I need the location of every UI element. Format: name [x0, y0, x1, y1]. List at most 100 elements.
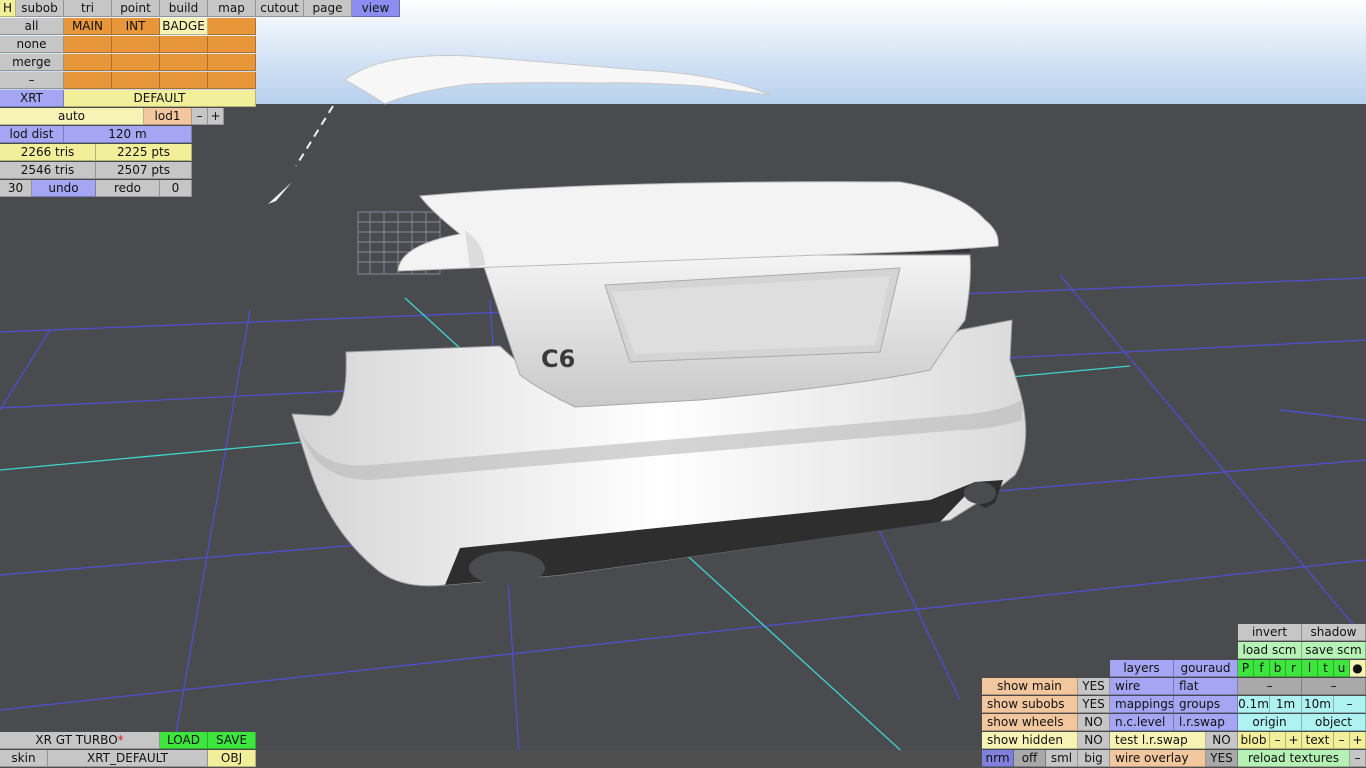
show-hidden-value[interactable]: NO: [1078, 732, 1110, 749]
groups-button[interactable]: groups: [1174, 696, 1238, 713]
menu-page[interactable]: page: [304, 0, 352, 17]
blob-minus-button[interactable]: –: [1270, 732, 1286, 749]
view-r[interactable]: r: [1286, 660, 1302, 677]
menu-subob[interactable]: subob: [16, 0, 64, 17]
car-name-text: XR GT TURBO: [35, 733, 118, 747]
wire-button[interactable]: wire: [1110, 678, 1174, 695]
lod1-button[interactable]: lod1: [144, 108, 192, 125]
layer-badge[interactable]: BADGE: [160, 18, 208, 35]
load-scm-button[interactable]: load scm: [1238, 642, 1302, 659]
redo-button[interactable]: redo: [96, 180, 160, 197]
reload-minus-button[interactable]: –: [1350, 750, 1366, 767]
skin-name[interactable]: XRT_DEFAULT: [48, 750, 208, 767]
menu-tri[interactable]: tri: [64, 0, 112, 17]
layer-slot-r2-1[interactable]: [64, 36, 112, 53]
xrt-button[interactable]: XRT: [0, 90, 64, 107]
layer-slot-r2-3[interactable]: [160, 36, 208, 53]
test-lr-swap-value[interactable]: NO: [1206, 732, 1238, 749]
show-wheels-value[interactable]: NO: [1078, 714, 1110, 731]
show-main-value[interactable]: YES: [1078, 678, 1110, 695]
nrm-button[interactable]: nrm: [982, 750, 1014, 767]
flat-button[interactable]: flat: [1174, 678, 1238, 695]
view-p[interactable]: P: [1238, 660, 1254, 677]
show-wheels-label[interactable]: show wheels: [982, 714, 1078, 731]
wire-overlay-value[interactable]: YES: [1206, 750, 1238, 767]
dist-10m[interactable]: 10m: [1302, 696, 1334, 713]
nc-level-button[interactable]: n.c.level: [1110, 714, 1174, 731]
dash-button-2[interactable]: –: [1302, 678, 1366, 695]
save-button[interactable]: SAVE: [208, 732, 256, 749]
select-all-button[interactable]: all: [0, 18, 64, 35]
object-button[interactable]: object: [1302, 714, 1366, 731]
lod-minus-button[interactable]: –: [192, 108, 208, 125]
menu-map[interactable]: map: [208, 0, 256, 17]
menu-build[interactable]: build: [160, 0, 208, 17]
pts-count-b: 2507 pts: [96, 162, 192, 179]
sml-button[interactable]: sml: [1046, 750, 1078, 767]
text-plus-button[interactable]: +: [1350, 732, 1366, 749]
dist-0-1m[interactable]: 0.1m: [1238, 696, 1270, 713]
tris-count-a: 2266 tris: [0, 144, 96, 161]
big-button[interactable]: big: [1078, 750, 1110, 767]
text-button[interactable]: text: [1302, 732, 1334, 749]
shadow-button[interactable]: shadow: [1302, 624, 1366, 641]
layer-slot-r4-2[interactable]: [112, 72, 160, 89]
save-scm-button[interactable]: save scm: [1302, 642, 1366, 659]
undo-count: 30: [0, 180, 32, 197]
dash-button-1[interactable]: –: [1238, 678, 1302, 695]
menu-point[interactable]: point: [112, 0, 160, 17]
show-subobs-label[interactable]: show subobs: [982, 696, 1078, 713]
show-subobs-value[interactable]: YES: [1078, 696, 1110, 713]
menu-view[interactable]: view: [352, 0, 400, 17]
view-dot[interactable]: ●: [1350, 660, 1366, 677]
undo-button[interactable]: undo: [32, 180, 96, 197]
layer-slot-r3-4[interactable]: [208, 54, 256, 71]
dist-1m[interactable]: 1m: [1270, 696, 1302, 713]
show-main-label[interactable]: show main: [982, 678, 1078, 695]
layer-slot-r4-1[interactable]: [64, 72, 112, 89]
view-l[interactable]: l: [1302, 660, 1318, 677]
off-button[interactable]: off: [1014, 750, 1046, 767]
dash-button[interactable]: –: [0, 72, 64, 89]
layer-slot-r3-2[interactable]: [112, 54, 160, 71]
text-minus-button[interactable]: –: [1334, 732, 1350, 749]
dist-minus[interactable]: –: [1334, 696, 1366, 713]
invert-button[interactable]: invert: [1238, 624, 1302, 641]
mappings-button[interactable]: mappings: [1110, 696, 1174, 713]
origin-button[interactable]: origin: [1238, 714, 1302, 731]
menu-h[interactable]: H: [0, 0, 16, 17]
obj-button[interactable]: OBJ: [208, 750, 256, 767]
layer-slot-4[interactable]: [208, 18, 256, 35]
lod-dist-value[interactable]: 120 m: [64, 126, 192, 143]
merge-button[interactable]: merge: [0, 54, 64, 71]
lod-auto-button[interactable]: auto: [0, 108, 144, 125]
skin-label[interactable]: skin: [0, 750, 48, 767]
view-b[interactable]: b: [1270, 660, 1286, 677]
reload-textures-button[interactable]: reload textures: [1238, 750, 1350, 767]
layer-slot-r3-1[interactable]: [64, 54, 112, 71]
gouraud-button[interactable]: gouraud: [1174, 660, 1238, 677]
layer-int[interactable]: INT: [112, 18, 160, 35]
select-none-button[interactable]: none: [0, 36, 64, 53]
layers-button[interactable]: layers: [1110, 660, 1174, 677]
layer-slot-r2-4[interactable]: [208, 36, 256, 53]
view-u[interactable]: u: [1334, 660, 1350, 677]
layer-slot-r4-3[interactable]: [160, 72, 208, 89]
blob-plus-button[interactable]: +: [1286, 732, 1302, 749]
show-hidden-label[interactable]: show hidden: [982, 732, 1078, 749]
layer-slot-r3-3[interactable]: [160, 54, 208, 71]
lod-dist-label: lod dist: [0, 126, 64, 143]
view-t[interactable]: t: [1318, 660, 1334, 677]
blob-button[interactable]: blob: [1238, 732, 1270, 749]
layer-main[interactable]: MAIN: [64, 18, 112, 35]
lod-plus-button[interactable]: +: [208, 108, 224, 125]
view-f[interactable]: f: [1254, 660, 1270, 677]
default-skin-button[interactable]: DEFAULT: [64, 90, 256, 107]
test-lr-swap-label[interactable]: test l.r.swap: [1110, 732, 1206, 749]
layer-slot-r4-4[interactable]: [208, 72, 256, 89]
wire-overlay-label[interactable]: wire overlay: [1110, 750, 1206, 767]
load-button[interactable]: LOAD: [160, 732, 208, 749]
layer-slot-r2-2[interactable]: [112, 36, 160, 53]
menu-cutout[interactable]: cutout: [256, 0, 304, 17]
lr-swap-button[interactable]: l.r.swap: [1174, 714, 1238, 731]
